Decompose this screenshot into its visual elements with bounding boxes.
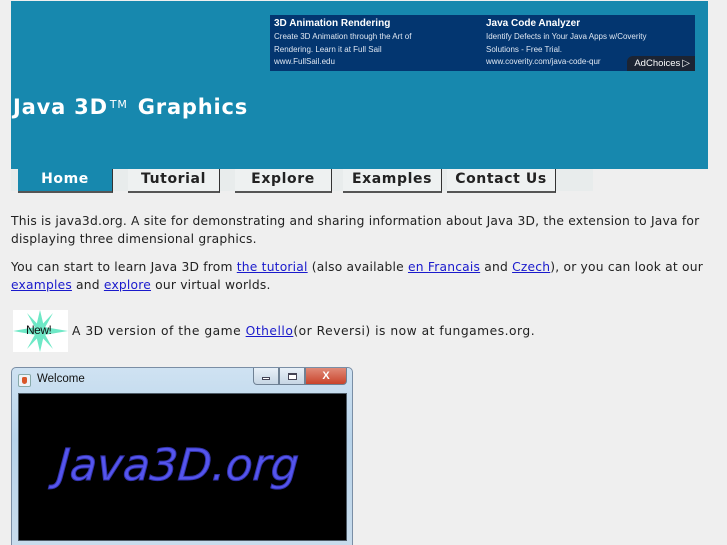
new-badge-icon: New! — [13, 310, 68, 352]
tab-tutorial[interactable]: Tutorial — [128, 169, 220, 193]
tutorial-link[interactable]: the tutorial — [237, 260, 308, 274]
text: and — [480, 260, 513, 274]
window-controls: X — [253, 368, 347, 385]
explore-link[interactable]: explore — [104, 278, 151, 292]
tab-explore[interactable]: Explore — [235, 169, 332, 193]
maximize-icon — [279, 368, 305, 385]
trademark-mark: TM — [109, 98, 128, 111]
ad-text: Rendering. Learn it at Full Sail — [274, 44, 382, 54]
java-cup-icon — [18, 374, 31, 387]
site-header: Java 3D TM Graphics 3D Animation Renderin… — [11, 1, 708, 169]
adchoices-button[interactable]: AdChoices ▷ — [627, 56, 695, 71]
ad-banner[interactable]: 3D Animation Rendering Create 3D Animati… — [270, 15, 695, 71]
tab-contact-us[interactable]: Contact Us — [447, 169, 556, 193]
tab-examples[interactable]: Examples — [343, 169, 442, 193]
learn-paragraph: You can start to learn Java 3D from the … — [11, 258, 711, 294]
text: You can start to learn Java 3D from — [11, 260, 237, 274]
window-titlebar: Welcome X — [12, 368, 352, 393]
ad-title[interactable]: Java Code Analyzer — [486, 17, 696, 31]
text: our virtual worlds. — [151, 278, 271, 292]
minimize-icon — [253, 368, 279, 385]
ad-text: Solutions - Free Trial. — [486, 44, 563, 54]
window-title: Welcome — [37, 373, 85, 385]
main-content: This is java3d.org. A site for demonstra… — [11, 212, 711, 304]
ad-text: Identify Defects in Your Java Apps w/Cov… — [486, 32, 647, 41]
french-link[interactable]: en Francais — [408, 260, 480, 274]
welcome-window-screenshot: Welcome X Java3D.org — [11, 367, 353, 545]
examples-link[interactable]: examples — [11, 278, 72, 292]
java3d-canvas: Java3D.org — [18, 393, 347, 541]
adchoices-label: AdChoices — [634, 58, 681, 69]
text: (also available — [307, 260, 408, 274]
czech-link[interactable]: Czech — [512, 260, 550, 274]
ad-item[interactable]: 3D Animation Rendering Create 3D Animati… — [274, 17, 484, 69]
ad-title[interactable]: 3D Animation Rendering — [274, 17, 484, 31]
site-title-suffix: Graphics — [137, 95, 249, 119]
canvas-logo-text: Java3D.org — [47, 440, 300, 491]
site-title: Java 3D TM Graphics — [13, 95, 248, 119]
text: ), or you can look at our — [550, 260, 703, 274]
text: (or Reversi) is now at fungames.org. — [293, 324, 536, 338]
text: and — [71, 278, 104, 292]
site-title-main: Java 3D — [13, 95, 108, 119]
intro-paragraph: This is java3d.org. A site for demonstra… — [11, 214, 700, 246]
new-badge-label: New! — [26, 323, 52, 337]
ad-text: Create 3D Animation through the Art of — [274, 32, 412, 41]
text: A 3D version of the game — [72, 324, 242, 338]
ad-url[interactable]: www.FullSail.edu — [274, 56, 484, 69]
news-item: New! A 3D version of the game Othello (o… — [13, 310, 535, 352]
close-icon: X — [305, 368, 347, 385]
adchoices-play-icon: ▷ — [682, 58, 690, 69]
othello-link[interactable]: Othello — [246, 324, 294, 338]
tab-home[interactable]: Home — [18, 169, 113, 193]
